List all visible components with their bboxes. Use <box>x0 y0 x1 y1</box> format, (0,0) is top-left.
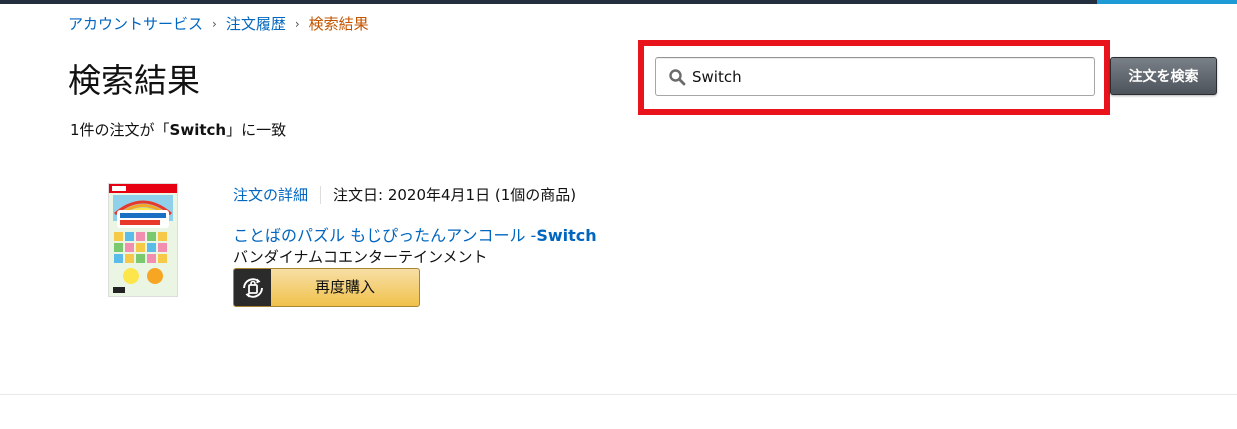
summary-query: Switch <box>169 121 227 139</box>
chevron-right-icon: › <box>294 16 300 31</box>
breadcrumb-current: 検索結果 <box>308 15 369 33</box>
breadcrumb-account-services[interactable]: アカウントサービス <box>68 13 203 34</box>
buy-again-label: 再度購入 <box>314 279 375 296</box>
summary-prefix: 1件の注文が「 <box>70 121 170 139</box>
top-nav-bar <box>0 0 1237 4</box>
search-orders-button[interactable]: 注文を検索 <box>1110 57 1217 95</box>
breadcrumb: アカウントサービス › 注文履歴 › 検索結果 <box>68 13 369 34</box>
product-title-main: ことばのパズル もじぴったんアンコール - <box>233 226 537 245</box>
order-meta: 注文の詳細 注文日: 2020年4月1日 (1個の商品) <box>233 184 576 205</box>
buy-again-icon <box>234 269 271 306</box>
page-title: 検索結果 <box>68 61 200 100</box>
product-title-bold: Switch <box>536 226 597 245</box>
order-date: 注文日: 2020年4月1日 (1個の商品) <box>333 186 577 204</box>
footer-divider <box>0 394 1237 395</box>
meta-divider <box>320 185 322 204</box>
result-summary: 1件の注文が「Switch」に一致 <box>70 119 286 140</box>
product-seller: バンダイナムコエンターテインメント <box>233 248 488 266</box>
search-icon <box>669 69 686 86</box>
game-box-art <box>109 184 177 296</box>
product-image[interactable] <box>108 183 178 297</box>
top-nav-accent <box>1097 0 1237 4</box>
buy-again-button[interactable]: 再度購入 <box>233 268 420 307</box>
product-title-link[interactable]: ことばのパズル もじぴったんアンコール -Switch <box>233 222 597 246</box>
breadcrumb-order-history[interactable]: 注文履歴 <box>226 13 286 34</box>
summary-suffix: 」に一致 <box>226 121 287 139</box>
search-field[interactable] <box>655 57 1095 96</box>
order-details-link[interactable]: 注文の詳細 <box>233 184 308 205</box>
search-input[interactable] <box>692 58 1090 95</box>
chevron-right-icon: › <box>212 16 217 31</box>
